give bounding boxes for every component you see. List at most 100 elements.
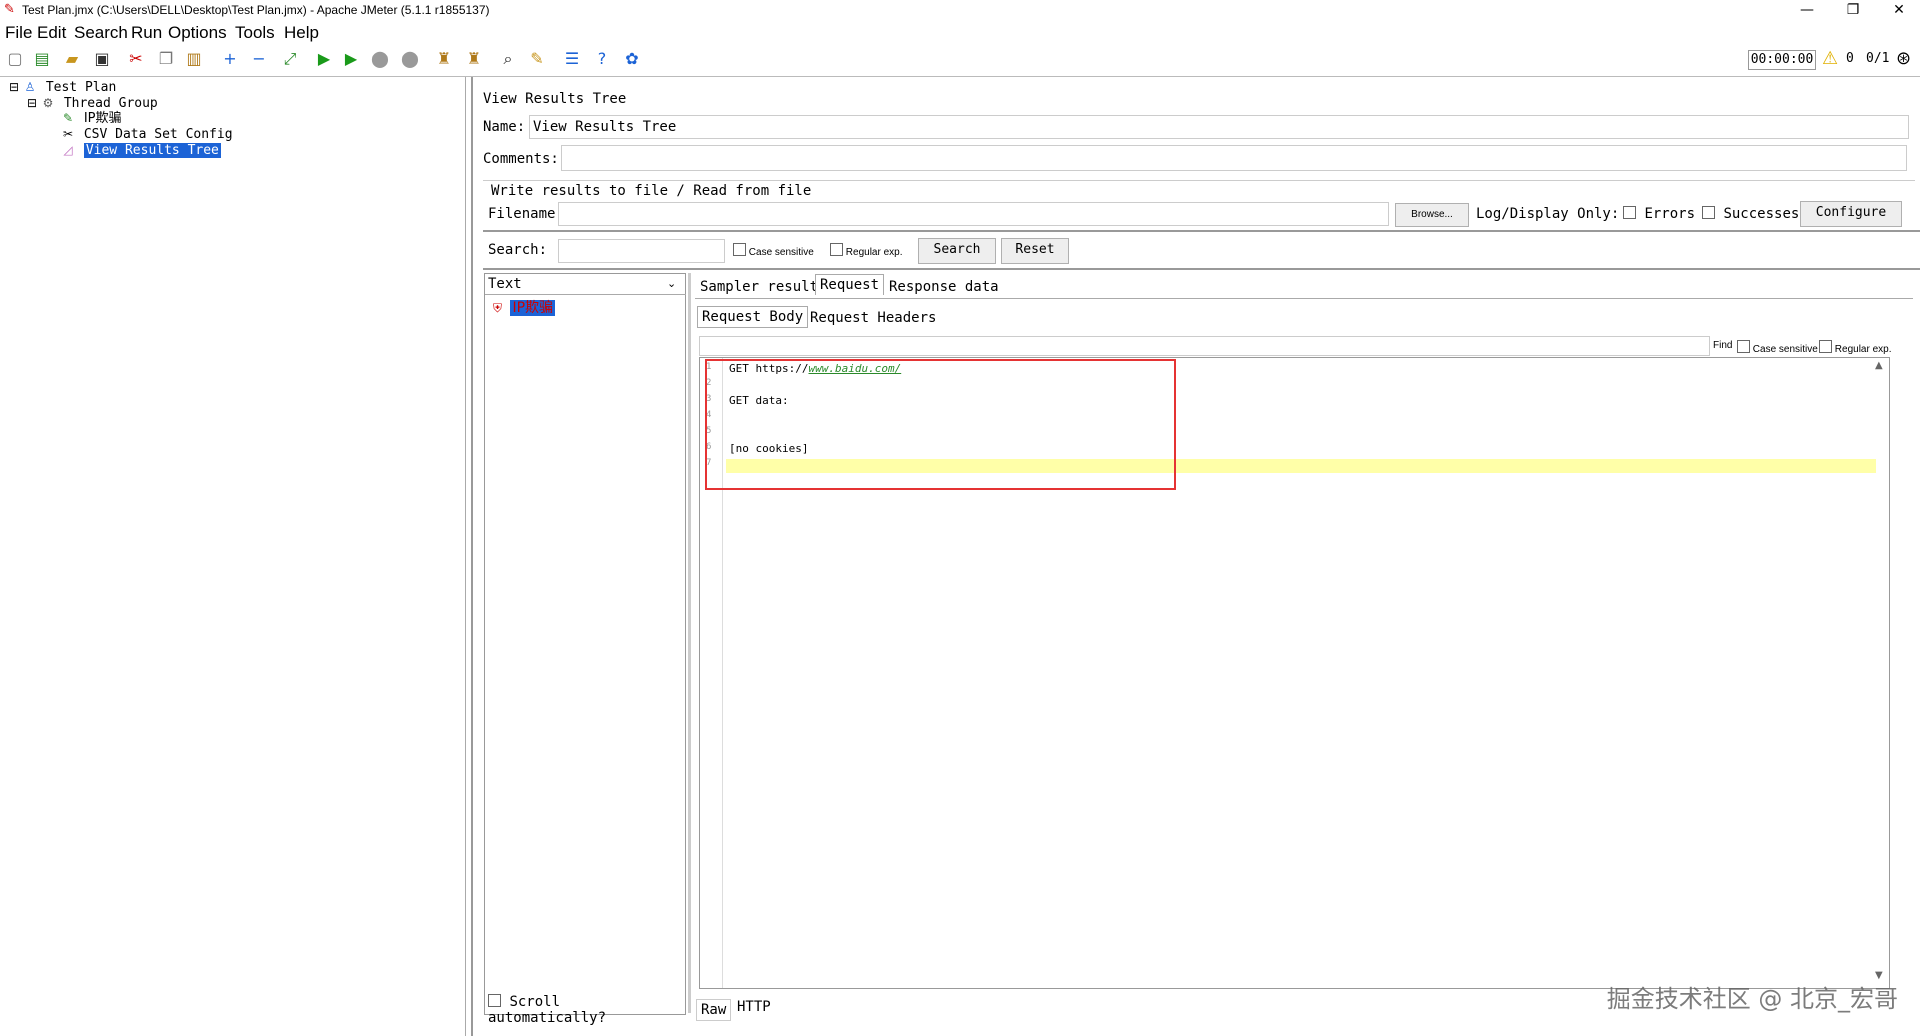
renderer-value: Text — [488, 276, 522, 292]
scroll-auto-checkbox[interactable]: Scroll automatically? — [488, 994, 685, 1026]
search-binoculars-icon[interactable]: ⌕ — [498, 49, 518, 69]
scroll-auto-label: Scroll automatically? — [488, 994, 607, 1026]
collapse-toggle-icon[interactable]: ⊟ — [24, 96, 40, 111]
name-label: Name: — [483, 119, 526, 135]
tree-node-csv-config[interactable]: ✂ CSV Data Set Config — [60, 127, 233, 142]
scroll-up-icon[interactable]: ▲ — [1875, 360, 1883, 371]
active-threads: 0/1 — [1866, 51, 1890, 66]
find-case-checkbox[interactable]: Case sensitive — [1737, 340, 1818, 355]
browse-button[interactable]: Browse... — [1395, 203, 1469, 227]
stop-icon[interactable]: ⬤ — [370, 49, 390, 69]
comments-field[interactable] — [561, 145, 1907, 171]
tab-request-headers[interactable]: Request Headers — [806, 308, 940, 328]
case-sensitive-label: Case sensitive — [1752, 344, 1818, 355]
collapse-icon[interactable]: − — [249, 49, 269, 69]
menu-options[interactable]: Options — [168, 23, 227, 43]
checkbox-box[interactable] — [1819, 340, 1832, 353]
regular-exp-label: Regular exp. — [845, 247, 903, 258]
pane-divider[interactable] — [688, 273, 691, 1013]
name-field[interactable]: View Results Tree — [529, 115, 1909, 139]
successes-label: Successes — [1723, 206, 1800, 222]
tab-request-body[interactable]: Request Body — [697, 306, 809, 328]
paste-icon[interactable]: ▥ — [184, 49, 204, 69]
tab-response-data[interactable]: Response data — [885, 277, 1003, 297]
clear-all-icon[interactable]: ♜ — [464, 49, 484, 69]
search-label: Search: — [488, 242, 548, 258]
toggle-icon[interactable]: ⤢ — [280, 49, 300, 69]
minimize-icon[interactable]: — — [1784, 0, 1830, 22]
search-input[interactable] — [558, 239, 725, 263]
watermark: 掘金技术社区 @ 北京_宏哥 — [1606, 985, 1898, 1013]
templates-icon[interactable]: ▤ — [32, 49, 52, 69]
checkbox-box[interactable] — [733, 243, 746, 256]
shutdown-icon[interactable]: ⬤ — [400, 49, 420, 69]
menu-tools[interactable]: Tools — [235, 23, 275, 43]
tab-raw[interactable]: Raw — [696, 999, 732, 1021]
close-icon[interactable]: ✕ — [1876, 0, 1920, 22]
copy-icon[interactable]: ❐ — [156, 49, 176, 69]
renderer-select[interactable]: Text ⌄ — [485, 274, 686, 295]
find-label: Find — [1713, 340, 1733, 351]
start-no-pauses-icon[interactable]: ▶ — [341, 49, 361, 69]
remote-icon[interactable]: ✿ — [622, 49, 642, 69]
tree-label: Test Plan — [45, 80, 117, 95]
regular-exp-label: Regular exp. — [1834, 344, 1892, 355]
start-icon[interactable]: ▶ — [314, 49, 334, 69]
tree-node-view-results-tree[interactable]: ◿ View Results Tree — [60, 143, 221, 158]
menu-run[interactable]: Run — [131, 23, 162, 43]
save-icon[interactable]: ▣ — [92, 49, 112, 69]
tree-label: View Results Tree — [83, 143, 221, 158]
gear-icon: ⚙ — [42, 96, 54, 110]
find-regex-checkbox[interactable]: Regular exp. — [1819, 340, 1891, 355]
tab-http[interactable]: HTTP — [733, 997, 775, 1017]
results-list-pane: Text ⌄ ⛨ IP欺骗 Scroll automatically? — [484, 273, 686, 1026]
menu-edit[interactable]: Edit — [37, 23, 66, 43]
chart-icon: ◿ — [63, 143, 73, 157]
help-icon[interactable]: ? — [592, 49, 612, 69]
pen-icon: ✎ — [62, 111, 74, 125]
tree-node-ip-spoof[interactable]: ✎ IP欺骗 — [60, 111, 122, 126]
expand-icon[interactable]: + — [220, 49, 240, 69]
errors-checkbox-box[interactable] — [1623, 206, 1636, 219]
restore-icon[interactable]: ❐ — [1830, 0, 1876, 22]
splitter[interactable] — [483, 230, 1920, 232]
reset-button[interactable]: Reset — [1001, 238, 1069, 264]
new-icon[interactable]: ▢ — [5, 49, 25, 69]
annotation-box — [705, 359, 1176, 490]
collapse-toggle-icon[interactable]: ⊟ — [6, 80, 22, 95]
tree-node-thread-group[interactable]: ⊟ ⚙ Thread Group — [24, 96, 158, 111]
window-title: Test Plan.jmx (C:\Users\DELL\Desktop\Tes… — [22, 3, 490, 17]
menu-help[interactable]: Help — [284, 23, 319, 43]
tab-sampler-result[interactable]: Sampler result — [696, 277, 822, 297]
menu-search[interactable]: Search — [74, 23, 128, 43]
checkbox-box[interactable] — [1737, 340, 1750, 353]
warning-icon[interactable]: ⚠ — [1822, 48, 1838, 69]
find-input[interactable] — [699, 336, 1710, 356]
clear-icon[interactable]: ♜ — [434, 49, 454, 69]
checkbox-box[interactable] — [488, 994, 501, 1007]
splitter[interactable] — [483, 268, 1920, 270]
regular-exp-checkbox[interactable]: Regular exp. — [830, 243, 902, 258]
result-sample-item[interactable]: ⛨ IP欺骗 — [493, 297, 556, 317]
tree-label: Thread Group — [63, 96, 158, 111]
menu-file[interactable]: File — [5, 23, 32, 43]
configure-button[interactable]: Configure — [1800, 201, 1902, 227]
global-status-icon: ⊛ — [1896, 48, 1912, 69]
reset-search-icon[interactable]: ✎ — [527, 49, 547, 69]
checkbox-box[interactable] — [830, 243, 843, 256]
errors-checkbox[interactable]: Errors — [1623, 206, 1695, 222]
case-sensitive-checkbox[interactable]: Case sensitive — [733, 243, 814, 258]
cut-icon[interactable]: ✂ — [126, 49, 146, 69]
chevron-down-icon[interactable]: ⌄ — [667, 274, 676, 294]
tab-request[interactable]: Request — [815, 274, 885, 295]
search-button[interactable]: Search — [918, 238, 996, 264]
menu-bar: File Edit Search Run Options Tools Help — [0, 22, 1920, 44]
open-icon[interactable]: ▰ — [62, 49, 82, 69]
error-shield-icon: ⛨ — [493, 301, 503, 315]
function-helper-icon[interactable]: ☰ — [562, 49, 582, 69]
filename-input[interactable] — [558, 202, 1389, 226]
successes-checkbox-box[interactable] — [1702, 206, 1715, 219]
successes-checkbox[interactable]: Successes — [1702, 206, 1799, 222]
elapsed-timer: 00:00:00 — [1748, 50, 1816, 70]
tree-node-test-plan[interactable]: ⊟ ♙ Test Plan — [6, 80, 116, 95]
